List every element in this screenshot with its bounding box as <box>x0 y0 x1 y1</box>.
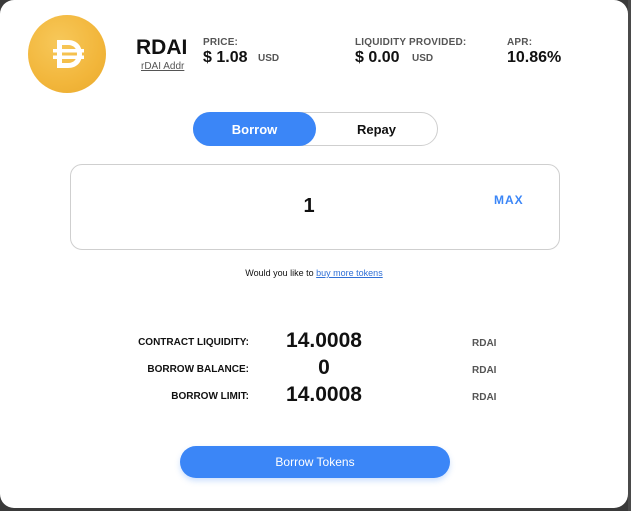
amount-input[interactable]: 1 MAX <box>70 164 560 250</box>
borrow-limit-value: 14.0008 <box>286 383 362 406</box>
contract-liquidity-value: 14.0008 <box>286 329 362 352</box>
amount-value[interactable]: 1 <box>71 195 547 218</box>
tab-borrow[interactable]: Borrow <box>193 112 316 146</box>
price-unit: USD <box>258 53 280 64</box>
liquidity-provided-value: $ 0.00 <box>355 49 400 66</box>
borrow-limit-unit: RDAI <box>472 392 497 403</box>
borrow-limit-label: BORROW LIMIT: <box>171 391 249 402</box>
tab-repay[interactable]: Repay <box>315 112 438 146</box>
apr-label: APR: <box>507 37 533 48</box>
borrow-modal: RDAI rDAI Addr PRICE: $ 1.08 USD LIQUIDI… <box>0 0 628 508</box>
contract-liquidity-label: CONTRACT LIQUIDITY: <box>138 337 249 348</box>
price-value: $ 1.08 <box>203 49 248 66</box>
borrow-repay-toggle: Borrow Repay <box>193 112 438 146</box>
buy-more-prompt: Would you like to buy more tokens <box>0 268 628 278</box>
token-name: RDAI <box>136 36 188 59</box>
price-label: PRICE: <box>203 37 239 48</box>
max-button[interactable]: MAX <box>494 193 524 207</box>
liquidity-provided-label: LIQUIDITY PROVIDED: <box>355 37 467 48</box>
borrow-tokens-button[interactable]: Borrow Tokens <box>180 446 450 478</box>
borrow-balance-value: 0 <box>318 356 330 379</box>
borrow-balance-unit: RDAI <box>472 365 497 376</box>
contract-liquidity-unit: RDAI <box>472 338 497 349</box>
buy-more-tokens-link[interactable]: buy more tokens <box>316 268 383 278</box>
buy-more-text: Would you like to <box>245 268 317 278</box>
token-address-link[interactable]: rDAI Addr <box>141 61 184 72</box>
liquidity-provided-unit: USD <box>412 53 434 64</box>
dai-logo-icon <box>28 15 106 93</box>
dai-glyph-icon <box>53 40 84 68</box>
apr-value: 10.86% <box>507 49 562 66</box>
borrow-balance-label: BORROW BALANCE: <box>147 364 249 375</box>
